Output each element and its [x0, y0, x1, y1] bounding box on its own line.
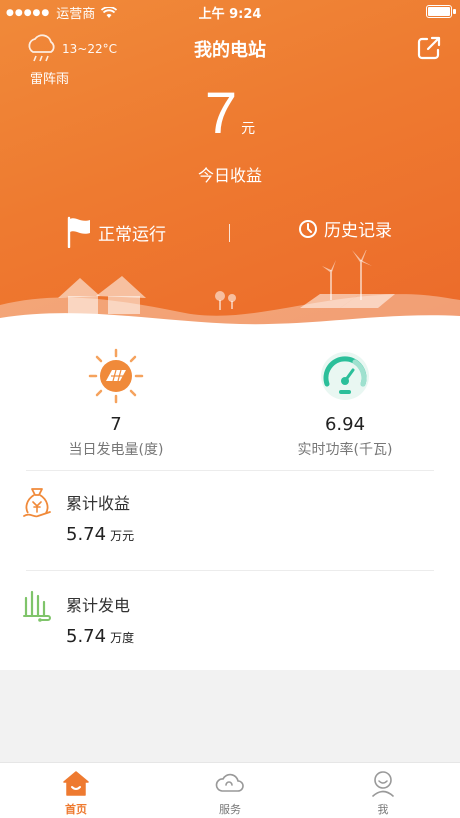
stats-panel: 7 当日发电量(度) 6.94 实时功率(千瓦) 累计收益 5.74 万元 累计… [0, 330, 460, 670]
daily-generation-value: 7 [110, 414, 122, 435]
plant-growth-icon [23, 590, 51, 622]
history-button[interactable]: 历史记录 [298, 216, 392, 241]
tab-me-label: 我 [377, 803, 389, 816]
total-income-amount: 5.74 万元 [66, 524, 134, 545]
landscape-illustration [0, 250, 460, 340]
clock-icon [299, 219, 317, 238]
battery-icon [426, 5, 452, 18]
sun-solar-panel-icon [88, 348, 144, 404]
tab-bar: 首页 服务 我 [0, 762, 460, 818]
speedometer-icon [321, 352, 369, 400]
page-title: 我的电站 [194, 40, 266, 61]
total-income-value: 5.74 [66, 524, 107, 545]
today-earnings: 7元 [0, 80, 460, 147]
total-income-unit: 万元 [110, 529, 135, 543]
tab-service-label: 服务 [219, 803, 241, 816]
today-earnings-unit: 元 [241, 121, 256, 137]
realtime-power-value: 6.94 [324, 414, 366, 435]
divider [26, 570, 434, 571]
total-generation-row[interactable]: 累计发电 5.74 万度 [20, 582, 440, 662]
total-generation-label: 累计发电 [66, 596, 131, 615]
total-generation-value: 5.74 [66, 626, 107, 647]
hero-banner: ●●●●● 运营商 上午 9:24 13~22°C 雷阵雨 我的电站 7元 今日… [0, 0, 460, 340]
today-earnings-value: 7 [204, 81, 238, 146]
status-divider [229, 224, 230, 242]
status-row: 正常运行 历史记录 [0, 216, 460, 248]
flag-icon [67, 216, 90, 248]
running-status: 正常运行 [64, 216, 166, 248]
daily-generation-card[interactable]: 7 当日发电量(度) [16, 348, 216, 459]
realtime-power-label: 实时功率(千瓦) [297, 442, 393, 458]
tab-home[interactable]: 首页 [16, 769, 136, 817]
money-bag-icon [23, 488, 51, 518]
tab-home-label: 首页 [65, 803, 87, 816]
total-income-row[interactable]: 累计收益 5.74 万元 [20, 480, 440, 560]
history-label: 历史记录 [324, 221, 392, 241]
running-status-label: 正常运行 [98, 224, 166, 245]
realtime-power-card[interactable]: 6.94 实时功率(千瓦) [245, 348, 445, 459]
divider [26, 470, 434, 471]
share-icon[interactable] [416, 35, 442, 61]
total-generation-unit: 万度 [110, 631, 135, 645]
daily-generation-label: 当日发电量(度) [68, 442, 164, 458]
today-earnings-label: 今日收益 [197, 166, 262, 185]
tab-me[interactable]: 我 [323, 769, 443, 817]
clock: 上午 9:24 [198, 7, 262, 22]
home-icon [63, 771, 89, 796]
tab-service[interactable]: 服务 [170, 769, 290, 817]
status-bar: ●●●●● 运营商 上午 9:24 [0, 0, 460, 24]
total-income-label: 累计收益 [66, 494, 131, 513]
total-generation-amount: 5.74 万度 [66, 626, 134, 647]
cloud-icon [215, 773, 244, 792]
user-icon [372, 771, 394, 797]
